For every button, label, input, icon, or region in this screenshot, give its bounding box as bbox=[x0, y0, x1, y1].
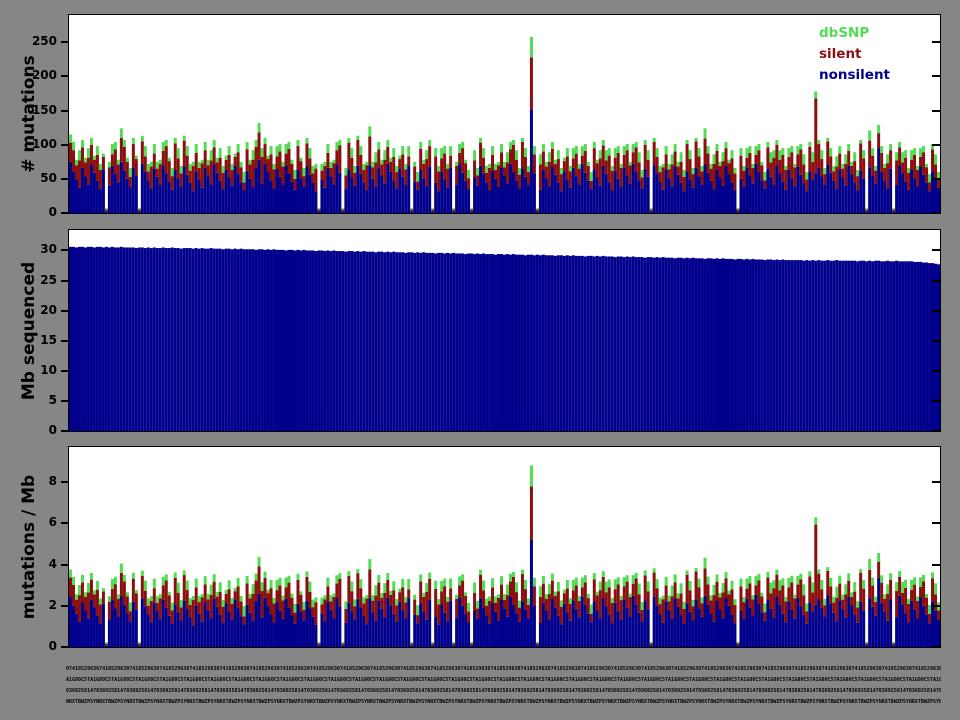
y-axis-tick bbox=[932, 249, 940, 251]
y-axis-tick bbox=[932, 646, 940, 648]
y-axis-tick-label: 250 bbox=[17, 34, 57, 48]
y-axis-tick bbox=[932, 75, 940, 77]
y-axis-tick bbox=[932, 564, 940, 566]
y-axis-tick-label: 50 bbox=[17, 171, 57, 185]
y-axis-tick bbox=[61, 212, 68, 214]
panel-mutation-rate: mutations / Mb 02468 bbox=[68, 446, 941, 648]
y-axis-tick-label: 0 bbox=[17, 205, 57, 219]
mutation-rate-bars bbox=[69, 447, 940, 647]
y-axis-tick-label: 6 bbox=[17, 515, 57, 529]
x-axis-label-noise-row: 0741852963074185296307418529630741852963… bbox=[66, 664, 941, 675]
y-axis-tick bbox=[932, 522, 940, 524]
y-axis-tick bbox=[61, 370, 68, 372]
legend-item-nonsilent: nonsilent bbox=[819, 65, 890, 86]
y-axis-tick-label: 100 bbox=[17, 137, 57, 151]
legend-item-silent: silent bbox=[819, 44, 890, 65]
y-axis-tick-label: 0 bbox=[17, 639, 57, 653]
y-axis-tick bbox=[61, 144, 68, 146]
y-axis-tick bbox=[932, 144, 940, 146]
y-axis-tick bbox=[61, 178, 68, 180]
y-axis-tick bbox=[61, 430, 68, 432]
y-axis-tick bbox=[932, 280, 940, 282]
y-axis-tick bbox=[932, 41, 940, 43]
y-axis-tick-label: 8 bbox=[17, 474, 57, 488]
legend: dbSNP silent nonsilent bbox=[819, 23, 890, 86]
x-axis-label-noise-row: A1G80C5TA1G80C5TA1G80C5TA1G80C5TA1G80C5T… bbox=[66, 675, 941, 686]
y-axis-tick bbox=[932, 110, 940, 112]
y-axis-tick bbox=[61, 340, 68, 342]
y-axis-tick-label: 0 bbox=[17, 423, 57, 437]
x-axis-label-noise-row: 0369258147036925814703692581470369258147… bbox=[66, 686, 941, 697]
figure: # mutations dbSNP silent nonsilent 05010… bbox=[0, 0, 960, 720]
y-axis-tick bbox=[61, 522, 68, 524]
y-axis-tick bbox=[61, 75, 68, 77]
y-axis-tick bbox=[61, 400, 68, 402]
y-axis-tick bbox=[932, 340, 940, 342]
y-axis-tick bbox=[932, 400, 940, 402]
y-axis-tick bbox=[932, 481, 940, 483]
y-axis-tick-label: 4 bbox=[17, 557, 57, 571]
y-axis-tick bbox=[932, 310, 940, 312]
mutation-counts-bars bbox=[69, 15, 940, 213]
y-axis-tick bbox=[61, 481, 68, 483]
y-axis-tick bbox=[61, 646, 68, 648]
y-axis-tick bbox=[932, 605, 940, 607]
y-axis-tick bbox=[61, 310, 68, 312]
mb-sequenced-bars bbox=[69, 230, 940, 431]
y-axis-tick bbox=[932, 430, 940, 432]
x-axis-sample-labels: 0741852963074185296307418529630741852963… bbox=[66, 664, 941, 709]
y-axis-tick bbox=[61, 249, 68, 251]
y-axis-tick-label: 150 bbox=[17, 103, 57, 117]
y-axis-tick-label: 5 bbox=[17, 393, 57, 407]
y-axis-tick-label: 15 bbox=[17, 333, 57, 347]
y-axis-tick-label: 20 bbox=[17, 303, 57, 317]
y-axis-tick bbox=[61, 41, 68, 43]
panel-mutation-counts: # mutations dbSNP silent nonsilent 05010… bbox=[68, 14, 941, 214]
y-axis-tick bbox=[61, 110, 68, 112]
y-axis-tick bbox=[932, 370, 940, 372]
y-axis-tick bbox=[61, 564, 68, 566]
legend-item-dbsnp: dbSNP bbox=[819, 23, 890, 44]
y-axis-tick bbox=[932, 212, 940, 214]
panel-mb-sequenced: Mb sequenced 051015202530 bbox=[68, 229, 941, 432]
y-axis-tick-label: 25 bbox=[17, 273, 57, 287]
y-axis-tick-label: 2 bbox=[17, 598, 57, 612]
y-axis-tick bbox=[932, 178, 940, 180]
x-axis-label-noise-row: NRXTBWZPSYNRXTBWZPSYNRXTBWZPSYNRXTBWZPSY… bbox=[66, 697, 941, 708]
y-axis-tick-label: 10 bbox=[17, 363, 57, 377]
y-axis-tick bbox=[61, 605, 68, 607]
y-axis-tick-label: 30 bbox=[17, 242, 57, 256]
y-axis-tick-label: 200 bbox=[17, 68, 57, 82]
y-axis-tick bbox=[61, 280, 68, 282]
